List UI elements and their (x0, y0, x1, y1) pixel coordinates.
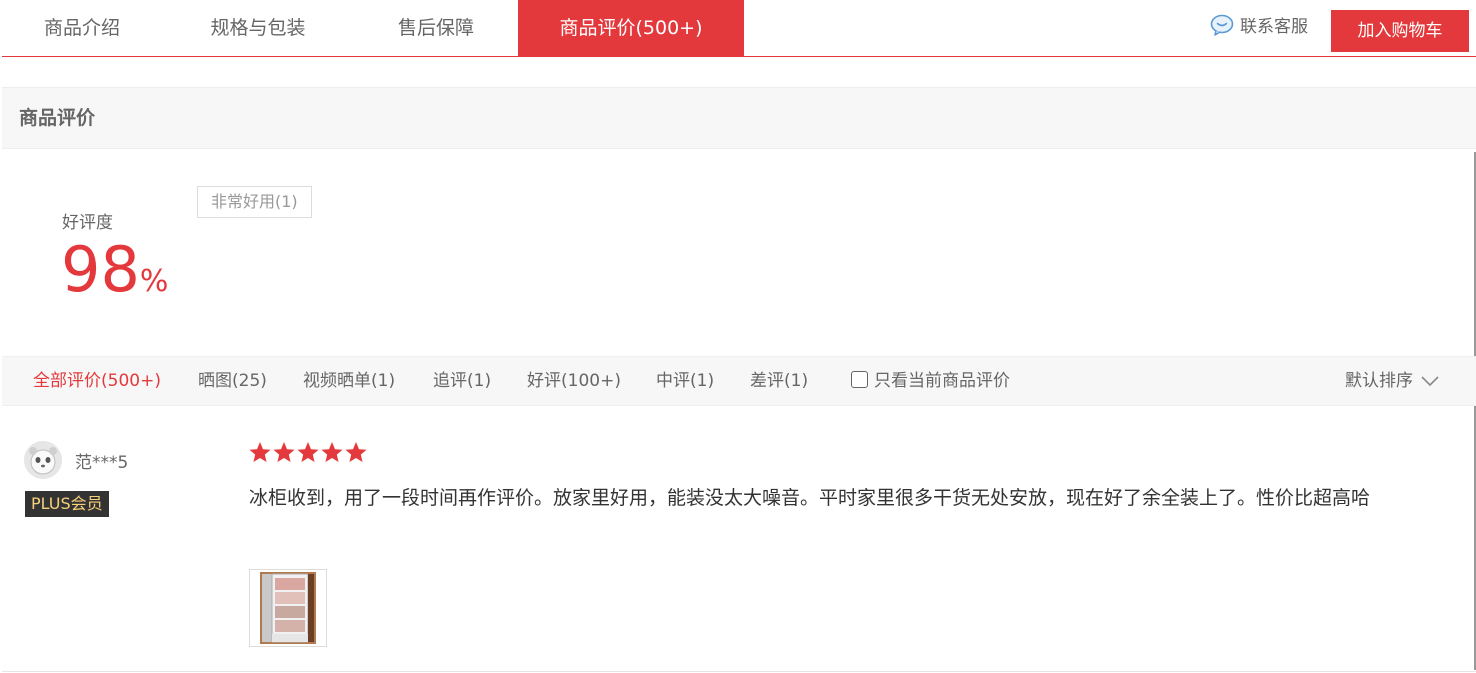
positive-rate-unit: % (139, 264, 169, 299)
sort-label: 默认排序 (1345, 371, 1413, 391)
reviews-section-header: 商品评价 (2, 87, 1476, 149)
only-current-checkbox[interactable] (851, 371, 868, 388)
filter-negative[interactable]: 差评(1) (750, 357, 808, 405)
review-tag-very-useful[interactable]: 非常好用(1) (197, 186, 312, 218)
star-icon (345, 442, 367, 462)
reviewer-username: 范***5 (75, 453, 129, 473)
tab-reviews[interactable]: 商品评价(500+) (518, 0, 744, 56)
plus-member-badge: PLUS会员 (25, 491, 109, 517)
contact-service-label: 联系客服 (1240, 17, 1308, 37)
positive-rate-number: 98 (61, 233, 140, 306)
contact-service-link[interactable]: 联系客服 (1210, 14, 1308, 40)
five-star-icon (249, 442, 367, 462)
star-icon (249, 442, 271, 462)
review-filter-bar: 全部评价(500+) 晒图(25) 视频晒单(1) 追评(1) 好评(100+)… (2, 356, 1476, 406)
filter-positive[interactable]: 好评(100+) (527, 357, 621, 405)
review-photo-thumbnail[interactable] (249, 569, 327, 647)
only-current-label: 只看当前商品评价 (874, 371, 1010, 391)
star-icon (321, 442, 343, 462)
default-avatar-icon (24, 441, 62, 479)
section-divider (2, 671, 1476, 672)
sort-dropdown[interactable]: 默认排序 (1345, 357, 1440, 405)
tab-product-intro[interactable]: 商品介绍 (2, 0, 162, 56)
add-to-cart-button[interactable]: 加入购物车 (1331, 10, 1469, 52)
only-current-product-toggle[interactable]: 只看当前商品评价 (851, 357, 1010, 405)
product-tab-bar: 商品介绍 规格与包装 售后保障 商品评价(500+) 联系客服 加入购物车 (2, 0, 1476, 57)
filter-with-photos[interactable]: 晒图(25) (198, 357, 267, 405)
tab-specs-packaging[interactable]: 规格与包装 (162, 0, 354, 56)
section-title: 商品评价 (19, 107, 96, 129)
positive-rate-value: 98% (61, 230, 168, 322)
tab-after-sales[interactable]: 售后保障 (354, 0, 518, 56)
filter-follow-up[interactable]: 追评(1) (433, 357, 491, 405)
filter-video-reviews[interactable]: 视频晒单(1) (303, 357, 395, 405)
review-content: 冰柜收到，用了一段时间再作评价。放家里好用，能装没太大噪音。平时家里很多干货无处… (249, 487, 1371, 509)
star-rating (249, 441, 369, 465)
filter-neutral[interactable]: 中评(1) (656, 357, 714, 405)
star-icon (297, 442, 319, 462)
avatar[interactable] (24, 441, 62, 479)
freezer-photo-image (250, 570, 326, 646)
chevron-down-icon (1421, 376, 1439, 387)
chat-bubble-icon (1210, 14, 1234, 36)
filter-all-reviews[interactable]: 全部评价(500+) (33, 357, 161, 405)
star-icon (273, 442, 295, 462)
